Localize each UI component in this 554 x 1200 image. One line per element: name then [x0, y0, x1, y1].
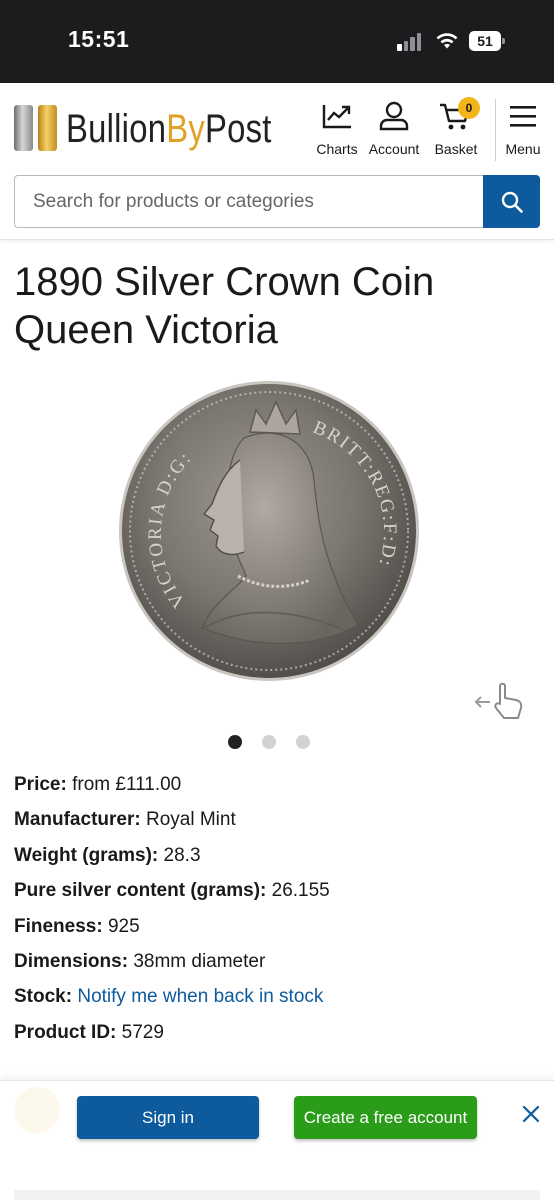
page-below-fold [0, 1152, 554, 1200]
price-value: from £111.00 [72, 774, 182, 795]
nav-menu-label: Menu [505, 141, 541, 157]
status-bar: 15:51 51 [0, 0, 554, 83]
section-divider [14, 1190, 540, 1200]
spec-silver-content: Pure silver content (grams): 26.155 [14, 880, 330, 902]
site-logo[interactable]: BullionByPost [14, 105, 289, 155]
nav-menu[interactable]: Menu [502, 101, 544, 157]
spec-dimensions: Dimensions: 38mm diameter [14, 950, 266, 972]
spec-stock: Stock: Notify me when back in stock [14, 986, 324, 1008]
badge-icon [14, 1087, 60, 1133]
search-button[interactable] [483, 175, 540, 228]
sign-in-button[interactable]: Sign in [77, 1096, 259, 1139]
carousel-dot-3[interactable] [296, 735, 310, 749]
user-icon [379, 101, 409, 131]
battery-icon: 51 [469, 31, 505, 51]
create-account-button[interactable]: Create a free account [294, 1096, 477, 1139]
nav-charts[interactable]: Charts [316, 101, 358, 157]
logo-text: BullionByPost [66, 107, 272, 151]
nav-basket[interactable]: 0 Basket [432, 97, 480, 157]
carousel-dot-2[interactable] [262, 735, 276, 749]
spec-weight: Weight (grams): 28.3 [14, 844, 201, 866]
carousel-dots [228, 735, 318, 751]
nav-account[interactable]: Account [367, 101, 421, 157]
wifi-icon [436, 33, 458, 49]
swipe-hint-icon [474, 682, 523, 719]
status-time: 15:51 [68, 26, 130, 52]
spec-fineness: Fineness: 925 [14, 915, 140, 937]
logo-bars-icon [14, 105, 59, 151]
product-specs: Price: from £111.00 Manufacturer: Royal … [14, 772, 540, 1055]
signal-icon [397, 33, 425, 51]
product-image[interactable]: VICTORIA D:G: BRITT:REG:F:D: [118, 380, 420, 682]
hamburger-menu-icon [510, 106, 536, 127]
site-header: BullionByPost Charts Account 0 Basket Me… [0, 83, 554, 240]
search-input[interactable] [14, 175, 484, 228]
product-title: 1890 Silver Crown Coin Queen Victoria [14, 260, 435, 352]
nav-divider [495, 99, 496, 161]
nav-basket-label: Basket [434, 141, 478, 157]
basket-count-badge: 0 [458, 97, 480, 119]
nav-charts-label: Charts [316, 141, 358, 157]
carousel-dot-1[interactable] [228, 735, 242, 749]
search-icon [501, 191, 523, 213]
search-bar [14, 175, 540, 228]
signin-banner: Sign in Create a free account [0, 1080, 554, 1152]
spec-manufacturer: Manufacturer: Royal Mint [14, 809, 236, 831]
battery-level: 51 [469, 31, 501, 51]
nav-account-label: Account [368, 141, 420, 157]
close-icon[interactable] [520, 1103, 542, 1125]
notify-stock-link[interactable]: Notify me when back in stock [77, 986, 323, 1007]
spec-price: Price: from £111.00 [14, 774, 182, 795]
chart-icon [322, 105, 351, 129]
spec-product-id: Product ID: 5729 [14, 1021, 164, 1043]
